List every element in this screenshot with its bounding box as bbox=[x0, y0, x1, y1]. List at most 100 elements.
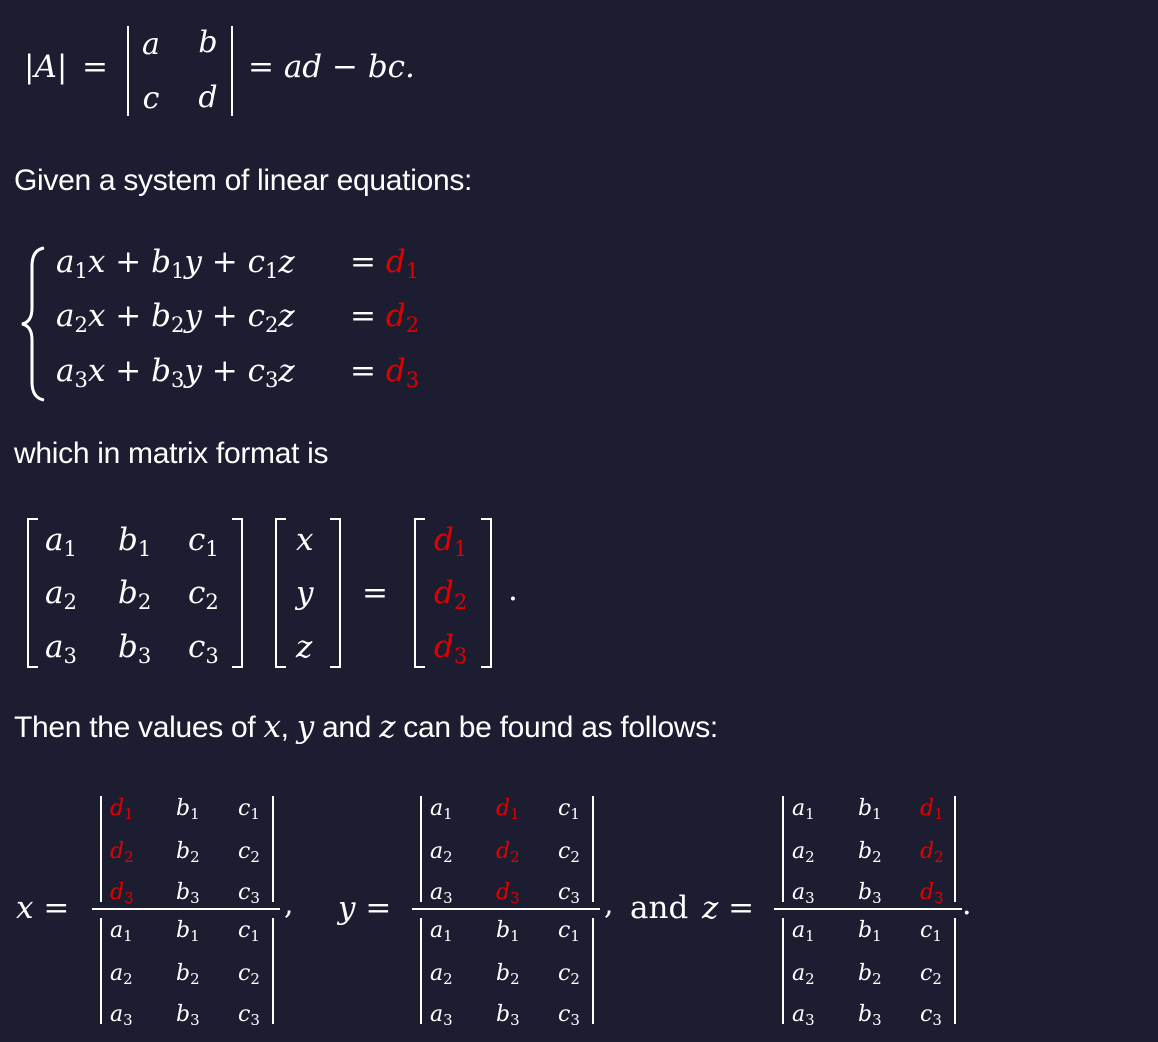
equation-rhs: = d1 bbox=[350, 247, 419, 281]
x-numerator-entry-sym: d bbox=[110, 796, 125, 821]
coef-a-sub: 2 bbox=[74, 311, 88, 337]
var-z: z bbox=[278, 353, 295, 389]
z-numerator-cell: b2 bbox=[858, 841, 882, 865]
x-denominator-entry-sym: a bbox=[110, 918, 124, 943]
y-numerator-entry-sym: d bbox=[496, 796, 511, 821]
z-numerator-entry-sub: 3 bbox=[934, 889, 944, 908]
const-d-sym: d bbox=[434, 522, 454, 558]
equation-rhs: = d3 bbox=[350, 353, 419, 390]
matrix-entry-sub: 3 bbox=[63, 642, 77, 668]
const-entry: d1 bbox=[434, 522, 467, 559]
x-numerator-entry-sub: 1 bbox=[190, 805, 200, 824]
plus-sign: + bbox=[201, 353, 248, 389]
x-numerator-entry-sub: 3 bbox=[190, 889, 200, 908]
then-and: and bbox=[313, 711, 380, 744]
matrix-entry-sub: 1 bbox=[205, 535, 219, 561]
coef-c-sym: c bbox=[247, 298, 265, 334]
x-denominator-entry-sym: b bbox=[176, 918, 191, 943]
x-denominator-cell: c3 bbox=[238, 1002, 260, 1028]
z-numerator-entry-sub: 2 bbox=[805, 848, 815, 867]
z-numerator-cell: a2 bbox=[792, 841, 815, 867]
x-numerator-entry-sym: c bbox=[238, 839, 251, 864]
vector-entry: z bbox=[296, 629, 313, 665]
det-d: d bbox=[198, 80, 218, 115]
matrix-entry-sym: c bbox=[188, 629, 206, 665]
coef-c-sym: c bbox=[247, 353, 265, 389]
x-denominator-entry-sub: 3 bbox=[190, 1011, 200, 1030]
z-numerator-entry-sym: d bbox=[920, 796, 935, 821]
z-denominator-bar-left bbox=[782, 918, 784, 1024]
x-numerator-cell: c2 bbox=[238, 839, 260, 865]
y-denominator-cell: a1 bbox=[430, 918, 453, 944]
y-denominator-entry-sub: 1 bbox=[510, 927, 520, 946]
z-denominator-entry-sub: 1 bbox=[872, 927, 882, 946]
y-denominator-entry-sym: b bbox=[496, 961, 511, 986]
matrix-format-text: which in matrix format is bbox=[14, 437, 329, 470]
y-denominator-entry-sym: c bbox=[558, 961, 571, 986]
y-numerator-entry-sym: a bbox=[430, 880, 444, 905]
y-label: y = bbox=[338, 890, 392, 926]
y-denominator-cell: c3 bbox=[558, 1004, 580, 1030]
matrix-cell: b2 bbox=[118, 578, 151, 612]
z-numerator-entry-sym: b bbox=[858, 880, 873, 905]
x-denominator-cell: a3 bbox=[110, 1004, 133, 1030]
y-denominator-entry-sym: a bbox=[430, 918, 444, 943]
y-numerator-cell: a1 bbox=[430, 798, 453, 822]
z-denominator-cell: c2 bbox=[920, 961, 942, 987]
y-sep: , bbox=[604, 887, 614, 922]
coef-a-sub: 3 bbox=[74, 366, 88, 392]
var-y: y bbox=[184, 244, 202, 280]
x-denominator-cell: b2 bbox=[176, 963, 200, 987]
const-d-sym: d bbox=[434, 629, 454, 665]
x-numerator-cell: c3 bbox=[238, 882, 260, 906]
det-eq: = bbox=[82, 49, 108, 85]
z-numerator-entry-sym: a bbox=[792, 880, 806, 905]
z-denominator-entry-sub: 3 bbox=[805, 1011, 815, 1030]
y-denominator-entry-sub: 3 bbox=[570, 1011, 580, 1030]
x-numerator-entry-sym: b bbox=[176, 880, 191, 905]
var-x: x bbox=[87, 244, 106, 280]
left-brace bbox=[21, 246, 45, 402]
y-numerator-entry-sub: 1 bbox=[570, 805, 580, 824]
const-d-sym: d bbox=[385, 353, 406, 389]
y-numerator-cell: a2 bbox=[430, 841, 453, 867]
y-denominator-entry-sub: 2 bbox=[570, 970, 580, 989]
x-numerator-cell: b1 bbox=[176, 798, 200, 824]
z-denominator-cell: a3 bbox=[792, 1004, 815, 1030]
x-numerator-entry-sub: 1 bbox=[250, 805, 260, 824]
z-numerator-entry-sub: 1 bbox=[872, 805, 882, 824]
coef-b-sym: b bbox=[151, 298, 171, 334]
coef-a-sub: 1 bbox=[74, 257, 88, 283]
x-numerator-entry-sub: 3 bbox=[124, 889, 134, 908]
x-denominator-entry-sub: 1 bbox=[190, 927, 200, 946]
x-denominator-entry-sym: c bbox=[238, 1002, 251, 1027]
matrix-cell: b1 bbox=[118, 525, 151, 559]
z-numerator-cell: b3 bbox=[858, 880, 882, 906]
z-denominator-cell: a2 bbox=[792, 963, 815, 987]
y-denominator-cell: a2 bbox=[430, 961, 453, 987]
y-numerator-entry-sub: 2 bbox=[443, 848, 453, 867]
x-numerator-cell: d3 bbox=[110, 880, 134, 908]
x-numerator-bar-left bbox=[100, 796, 102, 902]
matrix-bracket-right bbox=[232, 518, 243, 668]
y-numerator-cell: a3 bbox=[430, 880, 453, 906]
y-numerator-bar-right bbox=[592, 796, 594, 902]
x-denominator-entry-sub: 3 bbox=[123, 1011, 133, 1030]
x-numerator-entry-sym: d bbox=[110, 880, 125, 905]
y-denominator-entry-sym: a bbox=[430, 961, 444, 986]
y-denominator-cell: b3 bbox=[496, 1004, 520, 1028]
z-denominator-cell: c3 bbox=[920, 1002, 942, 1028]
const-bracket-left bbox=[414, 518, 425, 668]
plus-sign: + bbox=[201, 244, 248, 280]
z-denominator-entry-sub: 2 bbox=[872, 970, 882, 989]
const-d-sub: 2 bbox=[453, 588, 468, 614]
x-denominator-entry-sub: 2 bbox=[123, 970, 133, 989]
then-suffix: can be found as follows: bbox=[395, 711, 718, 744]
z-denominator-entry-sym: c bbox=[920, 961, 933, 986]
z-denominator-entry-sym: c bbox=[920, 1002, 933, 1027]
matrix-entry-sub: 3 bbox=[205, 642, 219, 668]
z-numerator-cell: d3 bbox=[920, 882, 944, 908]
const-d-sub: 1 bbox=[405, 257, 420, 283]
y-fraction-bar bbox=[412, 908, 600, 910]
coef-c-sym: c bbox=[247, 244, 265, 280]
